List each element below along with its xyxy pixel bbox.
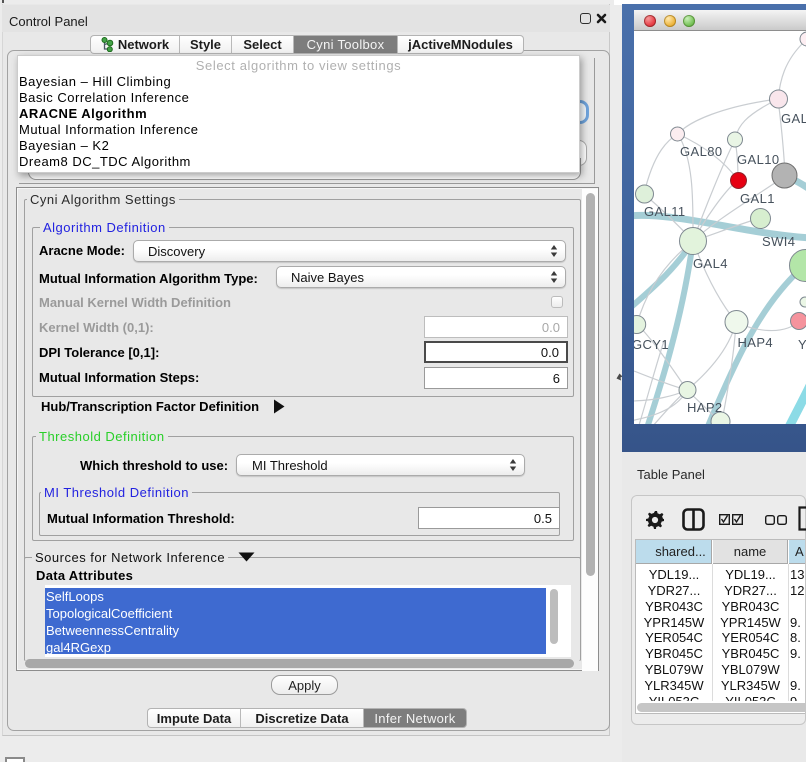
svg-text:GAL11: GAL11 [644, 204, 686, 219]
svg-text:HAP4: HAP4 [738, 335, 774, 350]
svg-text:Y: Y [798, 337, 806, 352]
svg-text:GAL10: GAL10 [737, 152, 779, 167]
svg-text:HAP2: HAP2 [687, 400, 723, 415]
svg-text:GAL80: GAL80 [680, 144, 722, 159]
svg-text:GAL: GAL [781, 111, 806, 126]
svg-text:GCY1: GCY1 [634, 337, 669, 352]
svg-text:GAL1: GAL1 [740, 191, 775, 206]
svg-text:GAL4: GAL4 [693, 256, 728, 271]
svg-text:SWI4: SWI4 [762, 234, 795, 249]
